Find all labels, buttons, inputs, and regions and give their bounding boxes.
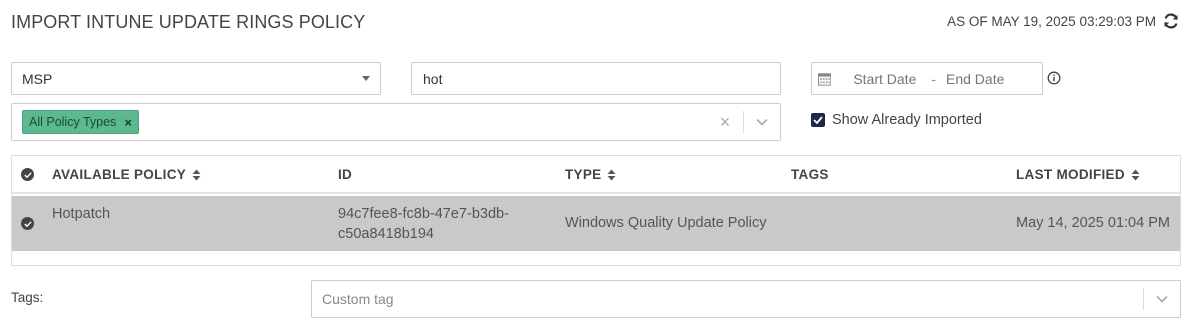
column-header-type[interactable]: TYPE xyxy=(565,167,616,182)
chevron-down-icon[interactable] xyxy=(744,118,780,126)
start-date-input[interactable] xyxy=(853,70,926,87)
search-input[interactable] xyxy=(411,62,781,95)
cell-last-modified: May 14, 2025 01:04 PM xyxy=(1016,215,1170,231)
column-header-id: ID xyxy=(338,167,352,182)
column-label: AVAILABLE POLICY xyxy=(52,167,187,182)
show-already-imported-label: Show Already Imported xyxy=(832,112,982,128)
chip-label: All Policy Types xyxy=(29,115,117,129)
column-label: LAST MODIFIED xyxy=(1016,167,1125,182)
scope-select-value: MSP xyxy=(22,70,53,87)
cell-policy-id: 94c7fee8-fc8b-47e7-b3db- c50a8418b194 xyxy=(338,204,509,244)
tags-label: Tags: xyxy=(11,290,44,305)
caret-down-icon xyxy=(362,76,370,81)
cell-policy-name: Hotpatch xyxy=(52,206,111,222)
column-header-available-policy[interactable]: AVAILABLE POLICY xyxy=(52,167,201,182)
sort-icon[interactable] xyxy=(607,169,616,181)
as-of-text: AS OF MAY 19, 2025 03:29:03 PM xyxy=(947,13,1156,29)
cell-policy-id-line2: c50a8418b194 xyxy=(338,226,434,242)
sort-icon[interactable] xyxy=(1131,169,1140,181)
scope-select[interactable]: MSP xyxy=(11,62,381,95)
column-label: TYPE xyxy=(565,167,602,182)
table-row[interactable]: Hotpatch 94c7fee8-fc8b-47e7-b3db- c50a84… xyxy=(12,196,1180,251)
date-range-picker[interactable]: - xyxy=(811,62,1043,95)
refresh-icon[interactable] xyxy=(1162,12,1180,30)
date-separator: - xyxy=(931,70,936,87)
cell-policy-type: Windows Quality Update Policy xyxy=(565,215,767,231)
chip-remove-icon[interactable]: × xyxy=(124,116,132,129)
policy-type-multiselect[interactable]: All Policy Types × × xyxy=(11,103,781,141)
end-date-input[interactable] xyxy=(946,70,1036,87)
chevron-down-icon[interactable] xyxy=(1144,295,1180,303)
sort-icon[interactable] xyxy=(192,169,201,181)
select-all-check-icon[interactable] xyxy=(21,168,34,181)
custom-tag-select[interactable]: Custom tag xyxy=(311,280,1181,318)
show-already-imported-checkbox[interactable]: Show Already Imported xyxy=(811,112,982,128)
column-label: ID xyxy=(338,167,353,182)
checkbox-checked-icon[interactable] xyxy=(811,113,825,127)
page-title: IMPORT INTUNE UPDATE RINGS POLICY xyxy=(11,12,366,32)
as-of-timestamp: AS OF MAY 19, 2025 03:29:03 PM xyxy=(947,12,1180,30)
row-selected-check-icon[interactable] xyxy=(21,217,34,230)
clear-icon[interactable]: × xyxy=(707,112,743,133)
table-header: AVAILABLE POLICY ID TYPE TAGS LAST MODIF… xyxy=(12,156,1180,194)
calendar-icon xyxy=(818,72,832,86)
column-header-tags: TAGS xyxy=(791,167,829,182)
column-header-last-modified[interactable]: LAST MODIFIED xyxy=(1016,167,1140,182)
column-label: TAGS xyxy=(791,167,829,182)
policy-type-chip: All Policy Types × xyxy=(22,110,139,134)
info-icon[interactable] xyxy=(1047,71,1061,85)
cell-policy-id-line1: 94c7fee8-fc8b-47e7-b3db- xyxy=(338,206,509,222)
custom-tag-placeholder: Custom tag xyxy=(322,291,394,307)
policy-table: AVAILABLE POLICY ID TYPE TAGS LAST MODIF… xyxy=(11,155,1181,266)
